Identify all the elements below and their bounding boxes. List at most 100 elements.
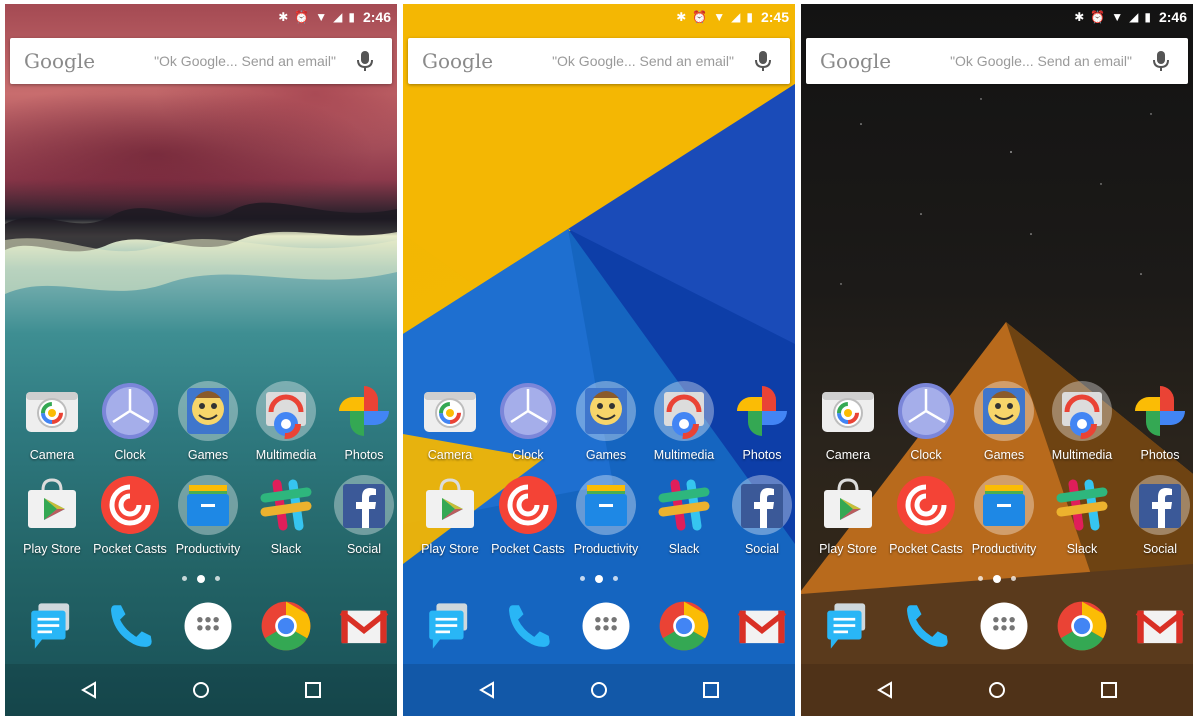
- google-logo: Google: [24, 49, 96, 73]
- app-play-store[interactable]: Play Store: [13, 474, 91, 556]
- gmail-icon: [336, 598, 392, 654]
- app-productivity[interactable]: Productivity: [567, 474, 645, 556]
- search-hint: "Ok Google... Send an email": [154, 53, 336, 69]
- dock-messenger[interactable]: [411, 598, 489, 654]
- dock-chrome[interactable]: [1043, 598, 1121, 654]
- google-search-bar[interactable]: Google "Ok Google... Send an email": [10, 38, 392, 84]
- dock-messenger[interactable]: [13, 598, 91, 654]
- home-icon[interactable]: [985, 678, 1009, 702]
- dock-chrome[interactable]: [645, 598, 723, 654]
- alarm-icon: ⏰: [692, 10, 708, 24]
- photos-icon: [731, 380, 793, 442]
- camera-icon: [817, 380, 879, 442]
- google-search-bar[interactable]: Google "Ok Google... Send an email": [806, 38, 1188, 84]
- app-slack[interactable]: Slack: [247, 474, 325, 556]
- app-pocket-casts[interactable]: Pocket Casts: [91, 474, 169, 556]
- app-camera[interactable]: Camera: [411, 380, 489, 462]
- page-dot[interactable]: [595, 574, 603, 583]
- wifi-icon: ▼: [1111, 10, 1124, 24]
- wifi-icon: ▼: [315, 10, 328, 24]
- app-social[interactable]: Social: [325, 474, 397, 556]
- app-pocket-casts[interactable]: Pocket Casts: [489, 474, 567, 556]
- app-drawer-icon: [180, 598, 236, 654]
- app-row-2: Play Store Pocket Casts Productivity Slack S…: [403, 474, 795, 564]
- app-photos[interactable]: Photos: [325, 380, 397, 462]
- recents-icon[interactable]: [1097, 678, 1121, 702]
- status-time: 2:46: [1158, 9, 1187, 25]
- app-label: Camera: [29, 448, 75, 462]
- app-multimedia[interactable]: Multimedia: [247, 380, 325, 462]
- phone-icon: [898, 598, 954, 654]
- page-dot[interactable]: [1011, 576, 1016, 582]
- mic-icon[interactable]: [1146, 50, 1176, 72]
- app-label: Photos: [1140, 448, 1180, 462]
- dock-app-drawer[interactable]: [169, 598, 247, 654]
- app-label: Productivity: [175, 542, 241, 556]
- dock-phone[interactable]: [887, 598, 965, 654]
- home-icon[interactable]: [587, 678, 611, 702]
- signal-icon: ◢: [731, 10, 741, 24]
- app-clock[interactable]: Clock: [91, 380, 169, 462]
- dock-gmail[interactable]: [723, 598, 795, 654]
- recents-icon[interactable]: [301, 678, 325, 702]
- dock-app-drawer[interactable]: [965, 598, 1043, 654]
- page-dot[interactable]: [182, 576, 187, 582]
- page-dot[interactable]: [215, 576, 220, 582]
- slack-icon: [1051, 474, 1113, 536]
- app-slack[interactable]: Slack: [1043, 474, 1121, 556]
- mic-icon[interactable]: [350, 50, 380, 72]
- app-photos[interactable]: Photos: [723, 380, 795, 462]
- pocket-casts-icon: [497, 474, 559, 536]
- app-photos[interactable]: Photos: [1121, 380, 1193, 462]
- app-slack[interactable]: Slack: [645, 474, 723, 556]
- app-pocket-casts[interactable]: Pocket Casts: [887, 474, 965, 556]
- battery-icon: ▮: [1144, 10, 1151, 24]
- dock-app-drawer[interactable]: [567, 598, 645, 654]
- back-icon[interactable]: [77, 678, 101, 702]
- home-icon[interactable]: [189, 678, 213, 702]
- app-label: Games: [187, 448, 229, 462]
- app-clock[interactable]: Clock: [887, 380, 965, 462]
- social-folder-icon: [731, 474, 793, 536]
- app-camera[interactable]: Camera: [809, 380, 887, 462]
- dock-gmail[interactable]: [1121, 598, 1193, 654]
- app-multimedia[interactable]: Multimedia: [645, 380, 723, 462]
- mic-icon[interactable]: [748, 50, 778, 72]
- app-label: Productivity: [573, 542, 639, 556]
- app-productivity[interactable]: Productivity: [169, 474, 247, 556]
- battery-icon: ▮: [746, 10, 753, 24]
- app-multimedia[interactable]: Multimedia: [1043, 380, 1121, 462]
- dock-phone[interactable]: [91, 598, 169, 654]
- app-play-store[interactable]: Play Store: [411, 474, 489, 556]
- back-icon[interactable]: [475, 678, 499, 702]
- app-row-1: Camera Clock Games Multimedia Photos: [801, 380, 1193, 470]
- dock-messenger[interactable]: [809, 598, 887, 654]
- app-label: Pocket Casts: [491, 542, 565, 556]
- dock-phone[interactable]: [489, 598, 567, 654]
- status-bar: ✱ ⏰ ▼ ◢ ▮ 2:46: [5, 4, 397, 30]
- app-camera[interactable]: Camera: [13, 380, 91, 462]
- dock-chrome[interactable]: [247, 598, 325, 654]
- app-label: Games: [983, 448, 1025, 462]
- google-search-bar[interactable]: Google "Ok Google... Send an email": [408, 38, 790, 84]
- page-dot[interactable]: [993, 574, 1001, 583]
- alarm-icon: ⏰: [294, 10, 310, 24]
- app-label: Play Store: [819, 542, 877, 556]
- app-play-store[interactable]: Play Store: [809, 474, 887, 556]
- app-social[interactable]: Social: [1121, 474, 1193, 556]
- app-social[interactable]: Social: [723, 474, 795, 556]
- app-productivity[interactable]: Productivity: [965, 474, 1043, 556]
- page-dot[interactable]: [978, 576, 983, 582]
- slack-icon: [653, 474, 715, 536]
- app-games[interactable]: Games: [567, 380, 645, 462]
- recents-icon[interactable]: [699, 678, 723, 702]
- page-dot[interactable]: [580, 576, 585, 582]
- back-icon[interactable]: [873, 678, 897, 702]
- page-dot[interactable]: [197, 574, 205, 583]
- app-clock[interactable]: Clock: [489, 380, 567, 462]
- chrome-icon: [656, 598, 712, 654]
- dock-gmail[interactable]: [325, 598, 397, 654]
- page-dot[interactable]: [613, 576, 618, 582]
- app-games[interactable]: Games: [169, 380, 247, 462]
- app-games[interactable]: Games: [965, 380, 1043, 462]
